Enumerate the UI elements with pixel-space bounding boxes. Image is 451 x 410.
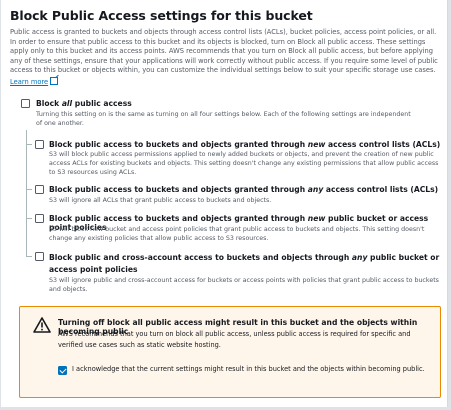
block-new-acls-checkbox[interactable] xyxy=(35,140,44,149)
tree-branch xyxy=(26,144,32,145)
block-new-acls-label: Block public access to buckets and objec… xyxy=(49,140,441,149)
page-title: Block Public Access settings for this bu… xyxy=(10,8,313,23)
block-new-policies-description: S3 will block new bucket and access poin… xyxy=(49,226,425,242)
tree-branch xyxy=(26,218,32,219)
external-link-icon xyxy=(50,76,59,85)
public-access-warning: Turning off block all public access migh… xyxy=(19,306,441,398)
learn-more-link[interactable]: Learn more xyxy=(10,78,48,86)
block-any-acls-checkbox[interactable] xyxy=(35,185,44,194)
warning-triangle-icon xyxy=(33,317,51,333)
block-new-acls-description: S3 will block public access permissions … xyxy=(49,151,439,176)
acknowledge-checkbox[interactable] xyxy=(58,366,67,375)
block-cross-account-checkbox[interactable] xyxy=(35,252,44,261)
block-all-checkbox[interactable] xyxy=(21,99,30,108)
block-any-acls-description: S3 will ignore all ACLs that grant publi… xyxy=(49,197,272,204)
settings-panel: Block Public Access settings for this bu… xyxy=(1,0,448,407)
intro-text: Public access is granted to buckets and … xyxy=(10,28,442,88)
block-all-label: Block all public access xyxy=(36,99,132,108)
options-tree-line xyxy=(26,130,27,256)
acknowledge-label: I acknowledge that the current settings … xyxy=(72,365,425,373)
warning-text: AWS recommends that you turn on block al… xyxy=(58,330,411,349)
tree-branch xyxy=(26,256,32,257)
block-cross-account-description: S3 will ignore public and cross-account … xyxy=(49,277,439,293)
tree-branch xyxy=(26,189,32,190)
intro-body: Public access is granted to buckets and … xyxy=(10,28,438,75)
block-cross-account-label: Block public and cross-account access to… xyxy=(49,253,440,274)
block-new-policies-checkbox[interactable] xyxy=(35,214,44,223)
block-all-description: Turning this setting on is the same as t… xyxy=(36,111,411,127)
block-any-acls-label: Block public access to buckets and objec… xyxy=(49,185,439,194)
